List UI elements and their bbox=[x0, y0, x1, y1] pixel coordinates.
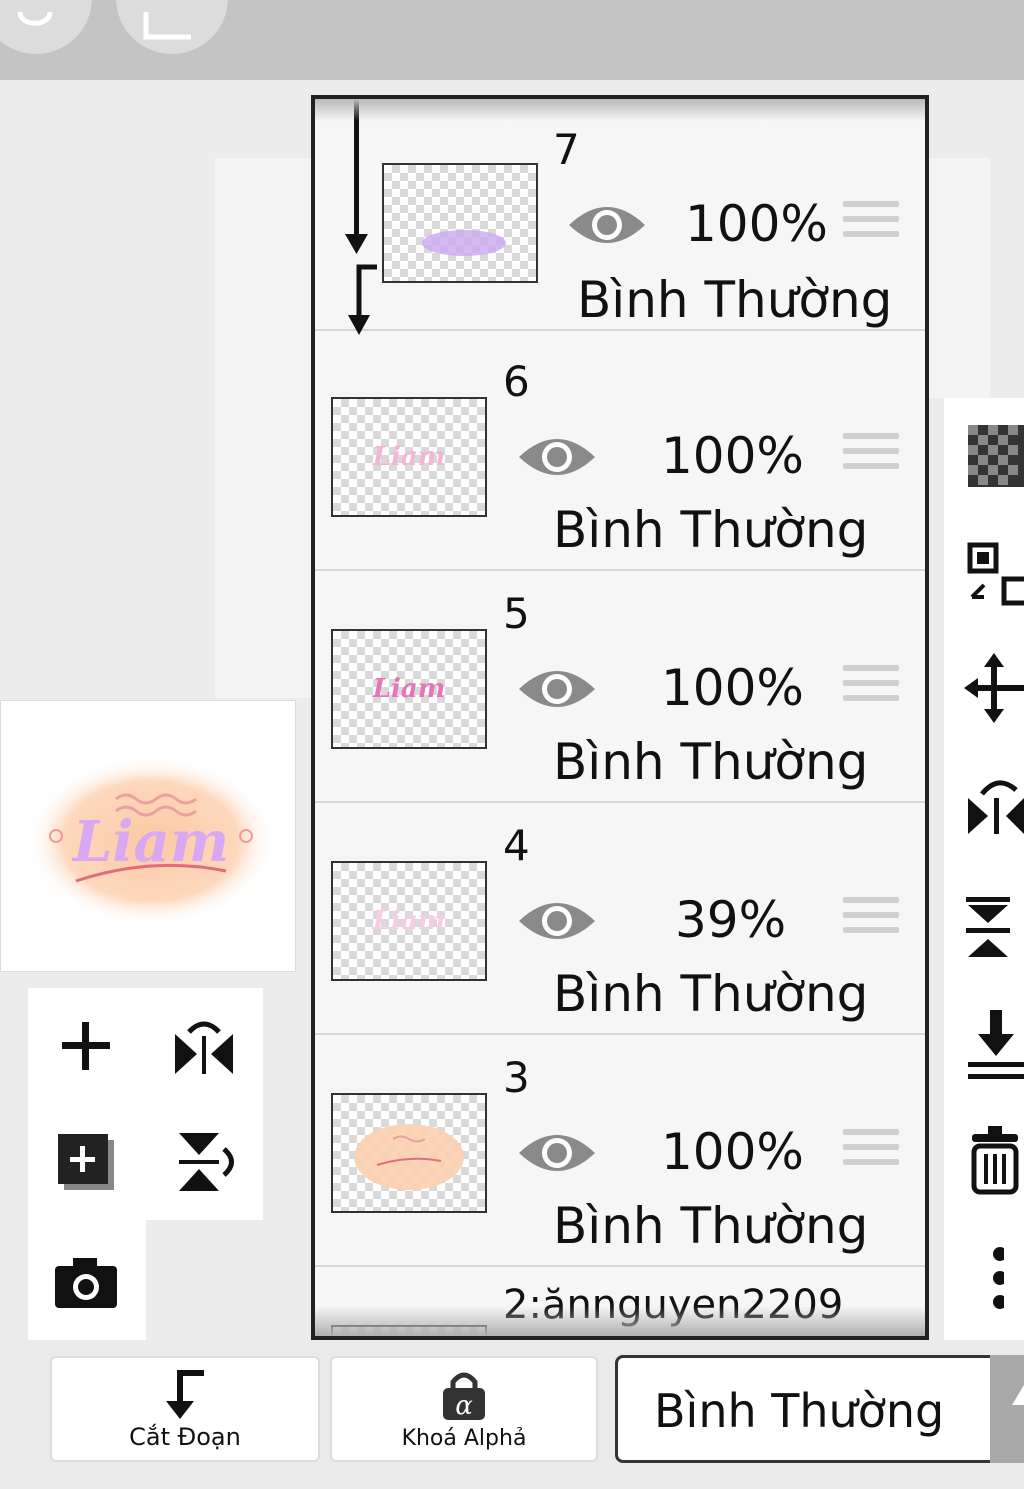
undo-button[interactable] bbox=[0, 0, 92, 54]
visibility-eye-icon[interactable] bbox=[517, 663, 597, 715]
layer-list-panel[interactable]: 7 100% Bình Thường 6 Liam 100% Bình Thườ… bbox=[311, 95, 929, 1340]
delete-layer-button[interactable] bbox=[964, 1120, 1024, 1200]
checker-icon bbox=[968, 425, 1024, 487]
flip-vertical-layer-button[interactable] bbox=[964, 888, 1024, 968]
flip-horizontal-layer-button[interactable] bbox=[964, 768, 1024, 848]
visibility-eye-icon[interactable] bbox=[567, 199, 647, 251]
canvas-preview[interactable]: Liam bbox=[0, 700, 296, 972]
flip-vertical-icon bbox=[179, 1133, 234, 1191]
more-options-button[interactable] bbox=[964, 1238, 1024, 1318]
layer-number: 7 bbox=[553, 125, 580, 174]
alpha-lock-label: Khoá Alphả bbox=[401, 1425, 527, 1451]
flip-horizontal-button[interactable] bbox=[164, 1006, 244, 1086]
redo-button[interactable] bbox=[116, 0, 228, 54]
thumbnail-text: Liam bbox=[372, 674, 446, 704]
layer-opacity[interactable]: 100% bbox=[661, 663, 804, 713]
blend-dropdown-arrow-icon[interactable] bbox=[990, 1355, 1024, 1463]
layer-blend-mode[interactable]: Bình Thường bbox=[553, 737, 868, 787]
layer-row-5[interactable]: 5 Liam 100% Bình Thường bbox=[315, 571, 925, 803]
redo-icon bbox=[143, 12, 191, 40]
flip-horizontal-icon bbox=[175, 1021, 233, 1074]
layer-thumbnail[interactable]: Liam bbox=[331, 397, 487, 517]
preview-artwork: Liam bbox=[26, 756, 276, 926]
alpha-lock-button[interactable]: α Khoá Alphả bbox=[330, 1356, 598, 1462]
visibility-eye-icon[interactable] bbox=[517, 895, 597, 947]
trash-icon bbox=[971, 1126, 1019, 1195]
layer-blend-mode[interactable]: Bình Thường bbox=[553, 1201, 868, 1251]
canvas-edge bbox=[215, 158, 315, 698]
layer-row-4[interactable]: 4 Liam 39% Bình Thường bbox=[315, 803, 925, 1035]
layer-row-7[interactable]: 7 100% Bình Thường bbox=[315, 99, 925, 335]
undo-icon bbox=[17, 11, 53, 26]
clipping-label: Cắt Đoạn bbox=[129, 1423, 241, 1451]
layer-number: 6 bbox=[503, 357, 530, 406]
more-vertical-icon bbox=[993, 1247, 1004, 1309]
svg-text:α: α bbox=[455, 1391, 473, 1421]
drag-handle-icon[interactable] bbox=[843, 665, 899, 713]
move-button[interactable] bbox=[964, 648, 1024, 728]
layer-opacity[interactable]: 100% bbox=[685, 199, 828, 249]
layer-blend-mode[interactable]: Bình Thường bbox=[577, 275, 892, 325]
preview-text: Liam bbox=[71, 809, 229, 875]
scroll-shadow-bottom bbox=[315, 1306, 925, 1336]
add-copy-icon bbox=[58, 1134, 114, 1190]
clipping-arrow-icon bbox=[345, 99, 377, 335]
add-layer-button[interactable] bbox=[46, 1006, 126, 1086]
layer-thumbnail[interactable] bbox=[382, 163, 538, 283]
layer-thumbnail[interactable]: Liam bbox=[331, 629, 487, 749]
transparency-button[interactable] bbox=[964, 416, 1024, 496]
visibility-eye-icon[interactable] bbox=[517, 1127, 597, 1179]
swap-layer-button[interactable] bbox=[964, 532, 1024, 612]
layer-number: 5 bbox=[503, 589, 530, 638]
flip-horizontal-icon bbox=[968, 780, 1024, 834]
right-tool-panel bbox=[944, 398, 1024, 1340]
canvas-edge-right bbox=[928, 158, 990, 398]
flip-vertical-button[interactable] bbox=[164, 1122, 244, 1202]
blend-mode-value: Bình Thường bbox=[654, 1384, 945, 1438]
layer-opacity[interactable]: 39% bbox=[675, 895, 786, 945]
flip-vertical-icon bbox=[966, 897, 1010, 957]
layer-thumbnail[interactable]: Liam bbox=[331, 861, 487, 981]
layer-blend-mode[interactable]: Bình Thường bbox=[553, 505, 868, 555]
layer-opacity[interactable]: 100% bbox=[661, 1127, 804, 1177]
add-layer-copy-button[interactable] bbox=[46, 1122, 126, 1202]
blend-mode-select[interactable]: Bình Thường bbox=[615, 1355, 1024, 1463]
camera-icon bbox=[55, 1258, 117, 1308]
scroll-shadow-top bbox=[315, 99, 925, 121]
clipping-button[interactable]: Cắt Đoạn bbox=[50, 1356, 320, 1462]
layer-blend-mode[interactable]: Bình Thường bbox=[553, 969, 868, 1019]
drag-handle-icon[interactable] bbox=[843, 201, 899, 249]
merge-down-icon bbox=[968, 1010, 1024, 1079]
drag-handle-icon[interactable] bbox=[843, 1129, 899, 1177]
layer-number: 4 bbox=[503, 821, 530, 870]
thumbnail-art bbox=[354, 1124, 464, 1190]
layer-row-6[interactable]: 6 Liam 100% Bình Thường bbox=[315, 339, 925, 571]
merge-down-button[interactable] bbox=[964, 1004, 1024, 1084]
plus-icon bbox=[62, 1022, 110, 1070]
camera-button[interactable] bbox=[46, 1242, 126, 1322]
drag-handle-icon[interactable] bbox=[843, 433, 899, 481]
drag-handle-icon[interactable] bbox=[843, 897, 899, 945]
left-tool-panel-lower bbox=[28, 1220, 146, 1340]
layer-opacity[interactable]: 100% bbox=[661, 431, 804, 481]
layer-number: 3 bbox=[503, 1053, 530, 1102]
layer-row-3[interactable]: 3 100% Bình Thường bbox=[315, 1035, 925, 1267]
left-tool-panel bbox=[28, 988, 263, 1220]
visibility-eye-icon[interactable] bbox=[517, 431, 597, 483]
thumbnail-text: Liam bbox=[372, 906, 446, 936]
thumbnail-art bbox=[422, 230, 506, 256]
lock-icon: α bbox=[443, 1372, 485, 1421]
layer-thumbnail[interactable] bbox=[331, 1093, 487, 1213]
clipping-arrow-icon bbox=[166, 1370, 204, 1419]
swap-layer-icon bbox=[967, 542, 1024, 606]
thumbnail-text: Liam bbox=[372, 442, 446, 472]
move-icon bbox=[964, 653, 1024, 723]
